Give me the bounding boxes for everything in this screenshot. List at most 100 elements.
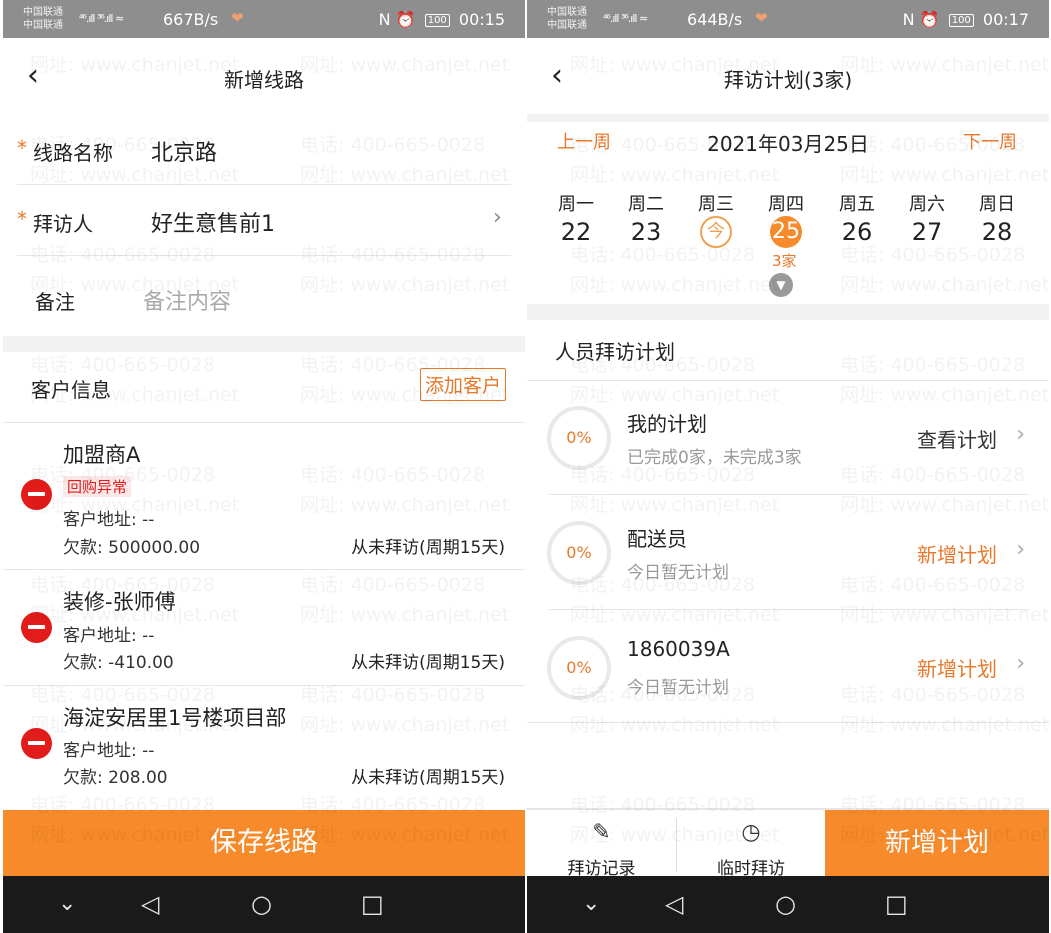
temp-visit-tab[interactable]: ◷ 临时拜访	[677, 810, 825, 879]
clock: 00:15	[458, 10, 505, 29]
visitor-value: 好生意售前1	[151, 212, 275, 237]
system-nav-bar: ⌄ ◁ ○ □	[3, 876, 525, 933]
visit-plan-screen: 中国联通 中国联通 ⁴⁶.ıll ³⁶.ıll ≈ 644B/s ❤ N ⏰ 10…	[527, 0, 1049, 933]
plan-name: 1860039A	[627, 637, 730, 661]
divider	[527, 380, 1049, 381]
hide-keyboard-icon[interactable]: ⌄	[58, 890, 76, 918]
signal-icon: ⁴⁶.ıll ³⁶.ıll ≈	[79, 12, 124, 25]
day-visit-count: 3家	[772, 252, 797, 270]
page-title: 拜访计划(3家)	[723, 68, 853, 92]
system-nav-bar: ⌄ ◁ ○ □	[527, 876, 1049, 933]
add-plan-link[interactable]: 新增计划	[917, 653, 997, 682]
divider-band	[527, 114, 1049, 122]
chevron-right-icon: ›	[1016, 651, 1025, 676]
customer-address: 客户地址: --	[63, 510, 155, 530]
heart-icon: ❤	[231, 9, 244, 27]
customer-debt: 欠款: 208.00	[63, 768, 168, 788]
status-right: N ⏰ 100 00:17	[903, 10, 1029, 29]
list-item[interactable]: 装修-张师傅 客户地址: -- 欠款: -410.00 从未拜访(周期15天)	[3, 570, 525, 685]
new-route-screen: 中国联通 中国联通 ⁴⁶.ıll ³⁶.ıll ≈ 667B/s ❤ N ⏰ 10…	[3, 0, 525, 933]
required-mark: *	[17, 207, 27, 231]
page-title: 新增线路	[224, 68, 304, 92]
clock-icon: ◷	[741, 820, 761, 845]
nav-bar: ‹ 新增线路	[3, 38, 525, 114]
section-gap	[527, 304, 1049, 320]
visit-status: 从未拜访(周期15天)	[351, 653, 505, 673]
home-circle-icon[interactable]: ○	[775, 890, 796, 918]
battery-icon: 100	[424, 14, 450, 27]
add-customer-button[interactable]: 添加客户	[420, 368, 507, 401]
view-plan-link[interactable]: 查看计划	[917, 424, 997, 453]
day-number-mon[interactable]: 22	[546, 218, 606, 246]
customer-name: 装修-张师傅	[63, 590, 176, 614]
plan-status: 今日暂无计划	[627, 563, 729, 583]
list-item[interactable]: 海淀安居里1号楼项目部 客户地址: -- 欠款: 208.00 从未拜访(周期1…	[3, 686, 525, 810]
add-plan-button[interactable]: 新增计划	[825, 810, 1049, 876]
heart-icon: ❤	[755, 9, 768, 27]
carrier-label: 中国联通 中国联通	[23, 7, 63, 31]
plan-status: 今日暂无计划	[627, 678, 729, 698]
day-number-sun[interactable]: 28	[967, 218, 1027, 246]
home-circle-icon[interactable]: ○	[251, 890, 272, 918]
chevron-right-icon: ›	[493, 205, 502, 230]
recents-square-icon[interactable]: □	[361, 890, 384, 918]
carrier-label: 中国联通 中国联通	[547, 7, 587, 31]
list-item[interactable]: 加盟商A 回购异常 客户地址: -- 欠款: 500000.00 从未拜访(周期…	[3, 423, 525, 569]
nav-bar: ‹ 拜访计划(3家)	[527, 38, 1049, 114]
divider	[549, 609, 1029, 610]
status-badge: 回购异常	[63, 476, 132, 497]
recents-square-icon[interactable]: □	[885, 890, 908, 918]
progress-ring: 0%	[547, 406, 611, 470]
day-number-sat[interactable]: 27	[897, 218, 957, 246]
day-label-fri: 周五	[839, 194, 875, 215]
status-right: N ⏰ 100 00:15	[379, 10, 505, 29]
alarm-icon: ⏰	[395, 10, 416, 29]
remove-minus-icon[interactable]	[21, 728, 52, 759]
save-route-button[interactable]: 保存线路	[3, 810, 525, 876]
route-name-label: 线路名称	[33, 141, 113, 165]
day-label-sat: 周六	[909, 194, 945, 215]
visitor-row[interactable]: * 拜访人 好生意售前1 ›	[3, 185, 525, 255]
route-name-input[interactable]: 北京路	[151, 135, 217, 167]
expand-calendar-icon[interactable]: ▼	[769, 273, 793, 297]
status-bar: 中国联通 中国联通 ⁴⁶.ıll ³⁶.ıll ≈ 667B/s ❤ N ⏰ 10…	[3, 0, 525, 38]
divider	[527, 722, 1049, 723]
customer-info-header: 客户信息 添加客户	[3, 352, 525, 422]
day-selected-marker[interactable]: 25	[770, 216, 802, 248]
customer-debt: 欠款: -410.00	[63, 653, 174, 673]
back-triangle-icon[interactable]: ◁	[141, 890, 159, 918]
progress-ring: 0%	[547, 521, 611, 585]
hide-keyboard-icon[interactable]: ⌄	[582, 890, 600, 918]
route-name-row[interactable]: * 线路名称 北京路	[3, 114, 525, 184]
network-speed: 667B/s	[163, 10, 219, 29]
divider	[549, 494, 1029, 495]
day-number-tue[interactable]: 23	[616, 218, 676, 246]
visit-record-tab[interactable]: ✎ 拜访记录	[527, 810, 676, 879]
plan-name: 配送员	[627, 527, 687, 551]
plan-status: 已完成0家，未完成3家	[627, 448, 802, 468]
customer-info-label: 客户信息	[31, 378, 111, 402]
day-label-wed: 周三	[698, 194, 734, 215]
customer-debt: 欠款: 500000.00	[63, 538, 201, 558]
clock: 00:17	[982, 10, 1029, 29]
progress-ring: 0%	[547, 636, 611, 700]
day-number-fri[interactable]: 26	[827, 218, 887, 246]
chevron-right-icon: ›	[1016, 537, 1025, 562]
day-today-marker[interactable]: 今	[700, 216, 732, 248]
add-plan-link[interactable]: 新增计划	[917, 539, 997, 568]
required-mark: *	[17, 136, 27, 160]
remark-row[interactable]: 备注 备注内容	[3, 256, 525, 336]
back-triangle-icon[interactable]: ◁	[665, 890, 683, 918]
customer-address: 客户地址: --	[63, 741, 155, 761]
customer-address: 客户地址: --	[63, 626, 155, 646]
remark-input[interactable]: 备注内容	[143, 284, 231, 316]
day-label-sun: 周日	[979, 194, 1015, 215]
battery-icon: 100	[948, 14, 974, 27]
next-week-button[interactable]: 下一周	[963, 128, 1017, 154]
remove-minus-icon[interactable]	[21, 612, 52, 643]
day-label-thu: 周四	[768, 194, 804, 215]
remove-minus-icon[interactable]	[21, 479, 52, 510]
customer-name: 加盟商A	[63, 443, 141, 467]
visit-status: 从未拜访(周期15天)	[351, 538, 505, 558]
status-bar: 中国联通 中国联通 ⁴⁶.ıll ³⁶.ıll ≈ 644B/s ❤ N ⏰ 10…	[527, 0, 1049, 38]
